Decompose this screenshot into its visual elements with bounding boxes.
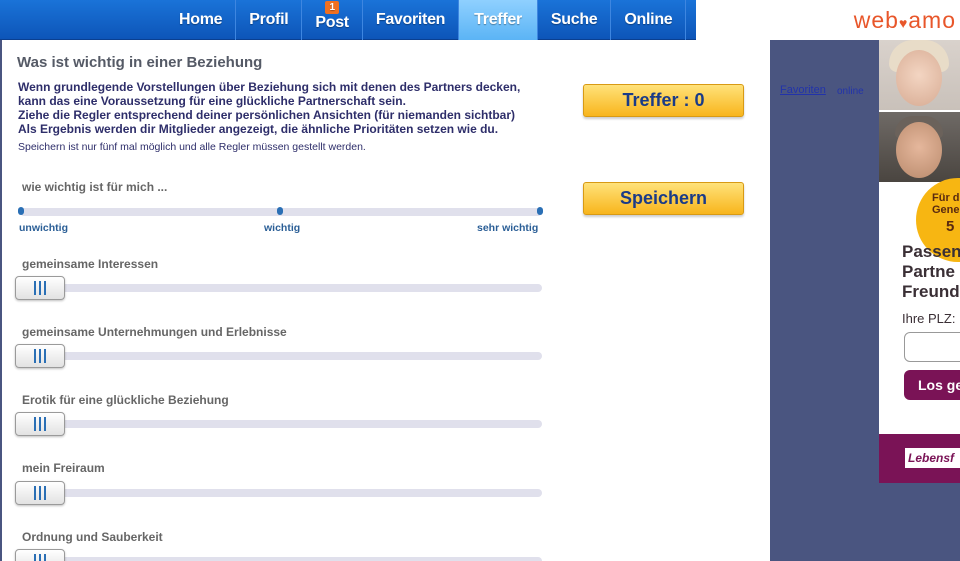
face-shape bbox=[896, 122, 942, 178]
ad-photo-man bbox=[879, 112, 960, 182]
slider-handle-erotik[interactable] bbox=[15, 412, 65, 436]
slider-handle-interessen[interactable] bbox=[15, 276, 65, 300]
nav-label: Post bbox=[315, 14, 349, 31]
nav-label: Online bbox=[624, 11, 673, 28]
nav-label: Favoriten bbox=[375, 11, 446, 28]
slider-label-interessen: gemeinsame Interessen bbox=[22, 257, 159, 271]
favorites-online-link[interactable]: Favoriten bbox=[780, 84, 826, 96]
advertisement-banner[interactable]: Für dGener 5 Passen Partne Freund Ihre P… bbox=[879, 40, 960, 483]
slider-label-erotik: Erotik für eine glückliche Beziehung bbox=[22, 393, 229, 407]
slider-track-unternehmungen[interactable] bbox=[20, 352, 542, 360]
slider-track-ordnung[interactable] bbox=[20, 557, 542, 561]
slider-track-freiraum[interactable] bbox=[20, 489, 542, 497]
ad-go-button[interactable]: Los ge bbox=[904, 370, 960, 400]
nav-item-suche[interactable]: Suche bbox=[538, 0, 612, 40]
slider-track-erotik[interactable] bbox=[20, 420, 542, 428]
main-panel: Was ist wichtig in einer Beziehung Wenn … bbox=[2, 40, 770, 561]
badge-line: Für d bbox=[932, 192, 960, 204]
ad-plz-input[interactable] bbox=[904, 332, 960, 362]
scale-marker-high bbox=[537, 207, 543, 215]
badge-line: Gener bbox=[932, 204, 960, 216]
logo-text-right: amo bbox=[908, 6, 956, 33]
webamo-logo[interactable]: web♥amo bbox=[696, 0, 960, 40]
page-title: Was ist wichtig in einer Beziehung bbox=[17, 54, 263, 71]
ad-headline-line: Freund bbox=[902, 282, 960, 301]
post-count-badge: 1 bbox=[325, 1, 340, 14]
nav-label: Treffer bbox=[474, 11, 522, 28]
intro-line: Wenn grundlegende Vorstellungen über Bez… bbox=[18, 80, 521, 94]
nav-item-favoriten[interactable]: Favoriten bbox=[363, 0, 460, 40]
nav-item-profil[interactable]: Profil bbox=[236, 0, 303, 40]
slider-label-unternehmungen: gemeinsame Unternehmungen und Erlebnisse bbox=[22, 325, 287, 339]
slider-label-freiraum: mein Freiraum bbox=[22, 461, 105, 475]
scale-label-low: unwichtig bbox=[19, 222, 68, 234]
intro-line: Als Ergebnis werden dir Mitglieder angez… bbox=[18, 122, 499, 136]
top-navigation-bar: Home Profil 1 Post Favoriten Treffer Suc… bbox=[0, 0, 960, 40]
ad-plz-label: Ihre PLZ: bbox=[902, 311, 956, 326]
nav-item-online[interactable]: Online bbox=[611, 0, 687, 40]
intro-text: Wenn grundlegende Vorstellungen über Bez… bbox=[18, 80, 558, 136]
scale-marker-low bbox=[18, 207, 24, 215]
slider-handle-unternehmungen[interactable] bbox=[15, 344, 65, 368]
nav-item-home[interactable]: Home bbox=[166, 0, 237, 40]
ad-headline-line: Passen bbox=[902, 242, 960, 261]
nav-label: Home bbox=[179, 11, 223, 28]
ad-footer: Lebensf bbox=[879, 434, 960, 483]
scale-label-mid: wichtig bbox=[264, 222, 301, 234]
nav-item-post[interactable]: 1 Post bbox=[302, 0, 363, 40]
logo-text-left: web bbox=[853, 6, 899, 33]
slider-handle-ordnung[interactable] bbox=[15, 549, 65, 561]
nav-label: Profil bbox=[249, 11, 289, 28]
main-nav: Home Profil 1 Post Favoriten Treffer Suc… bbox=[166, 0, 687, 40]
scale-label-high: sehr wichtig bbox=[477, 222, 539, 234]
scale-marker-mid bbox=[277, 207, 283, 215]
slider-label-ordnung: Ordnung und Sauberkeit bbox=[22, 530, 163, 544]
scale-heading: wie wichtig ist für mich ... bbox=[22, 180, 168, 194]
ad-photo-woman bbox=[879, 40, 960, 110]
heart-icon: ♥ bbox=[898, 14, 909, 31]
save-button[interactable]: Speichern bbox=[583, 182, 744, 215]
nav-item-treffer[interactable]: Treffer bbox=[459, 0, 538, 40]
badge-number: 5 bbox=[946, 218, 955, 235]
save-note: Speichern ist nur fünf mal möglich und a… bbox=[18, 141, 366, 153]
face-shape bbox=[896, 50, 942, 106]
online-label: online bbox=[837, 86, 864, 97]
intro-line: Ziehe die Regler entsprechend deiner per… bbox=[18, 108, 515, 122]
slider-track-interessen[interactable] bbox=[20, 284, 542, 292]
intro-line: kann das eine Voraussetzung für eine glü… bbox=[18, 94, 406, 108]
hits-button[interactable]: Treffer : 0 bbox=[583, 84, 744, 117]
ad-footer-tag: Lebensf bbox=[905, 448, 960, 468]
ad-headline: Passen Partne Freund bbox=[902, 242, 960, 302]
ad-headline-line: Partne bbox=[902, 262, 955, 281]
nav-label: Suche bbox=[550, 11, 598, 28]
slider-handle-freiraum[interactable] bbox=[15, 481, 65, 505]
